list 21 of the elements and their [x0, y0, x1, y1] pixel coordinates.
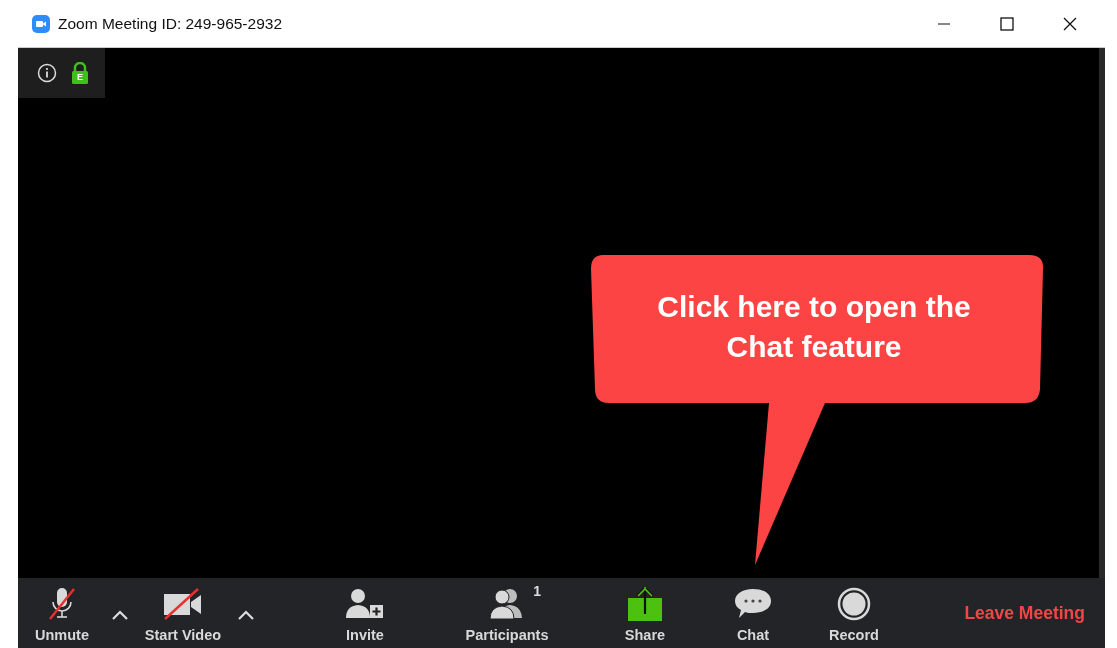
info-icon[interactable] [37, 63, 57, 83]
caret-icon [112, 610, 128, 620]
chat-bubble-icon [734, 587, 772, 621]
callout-text: Click here to open the Chat feature [656, 289, 972, 365]
share-screen-icon [627, 586, 663, 622]
camera-app-icon [32, 14, 50, 33]
invite-button[interactable]: Invite [330, 578, 400, 648]
participant-count: 1 [533, 583, 541, 599]
close-icon [1062, 16, 1077, 31]
participants-button[interactable]: 1 Participants [457, 578, 557, 648]
record-button[interactable]: Record [816, 578, 892, 648]
add-person-icon [345, 588, 385, 620]
video-button[interactable]: Start Video [134, 578, 232, 648]
record-icon [837, 587, 871, 621]
leave-meeting-button[interactable]: Leave Meeting [960, 578, 1089, 648]
chat-button[interactable]: Chat [722, 578, 784, 648]
audio-button[interactable]: Unmute [18, 578, 106, 648]
share-button[interactable]: Share [610, 578, 680, 648]
maximize-icon [999, 16, 1014, 31]
window-title: Zoom Meeting ID: 249-965-2932 [58, 14, 283, 33]
caret-icon [238, 610, 254, 620]
